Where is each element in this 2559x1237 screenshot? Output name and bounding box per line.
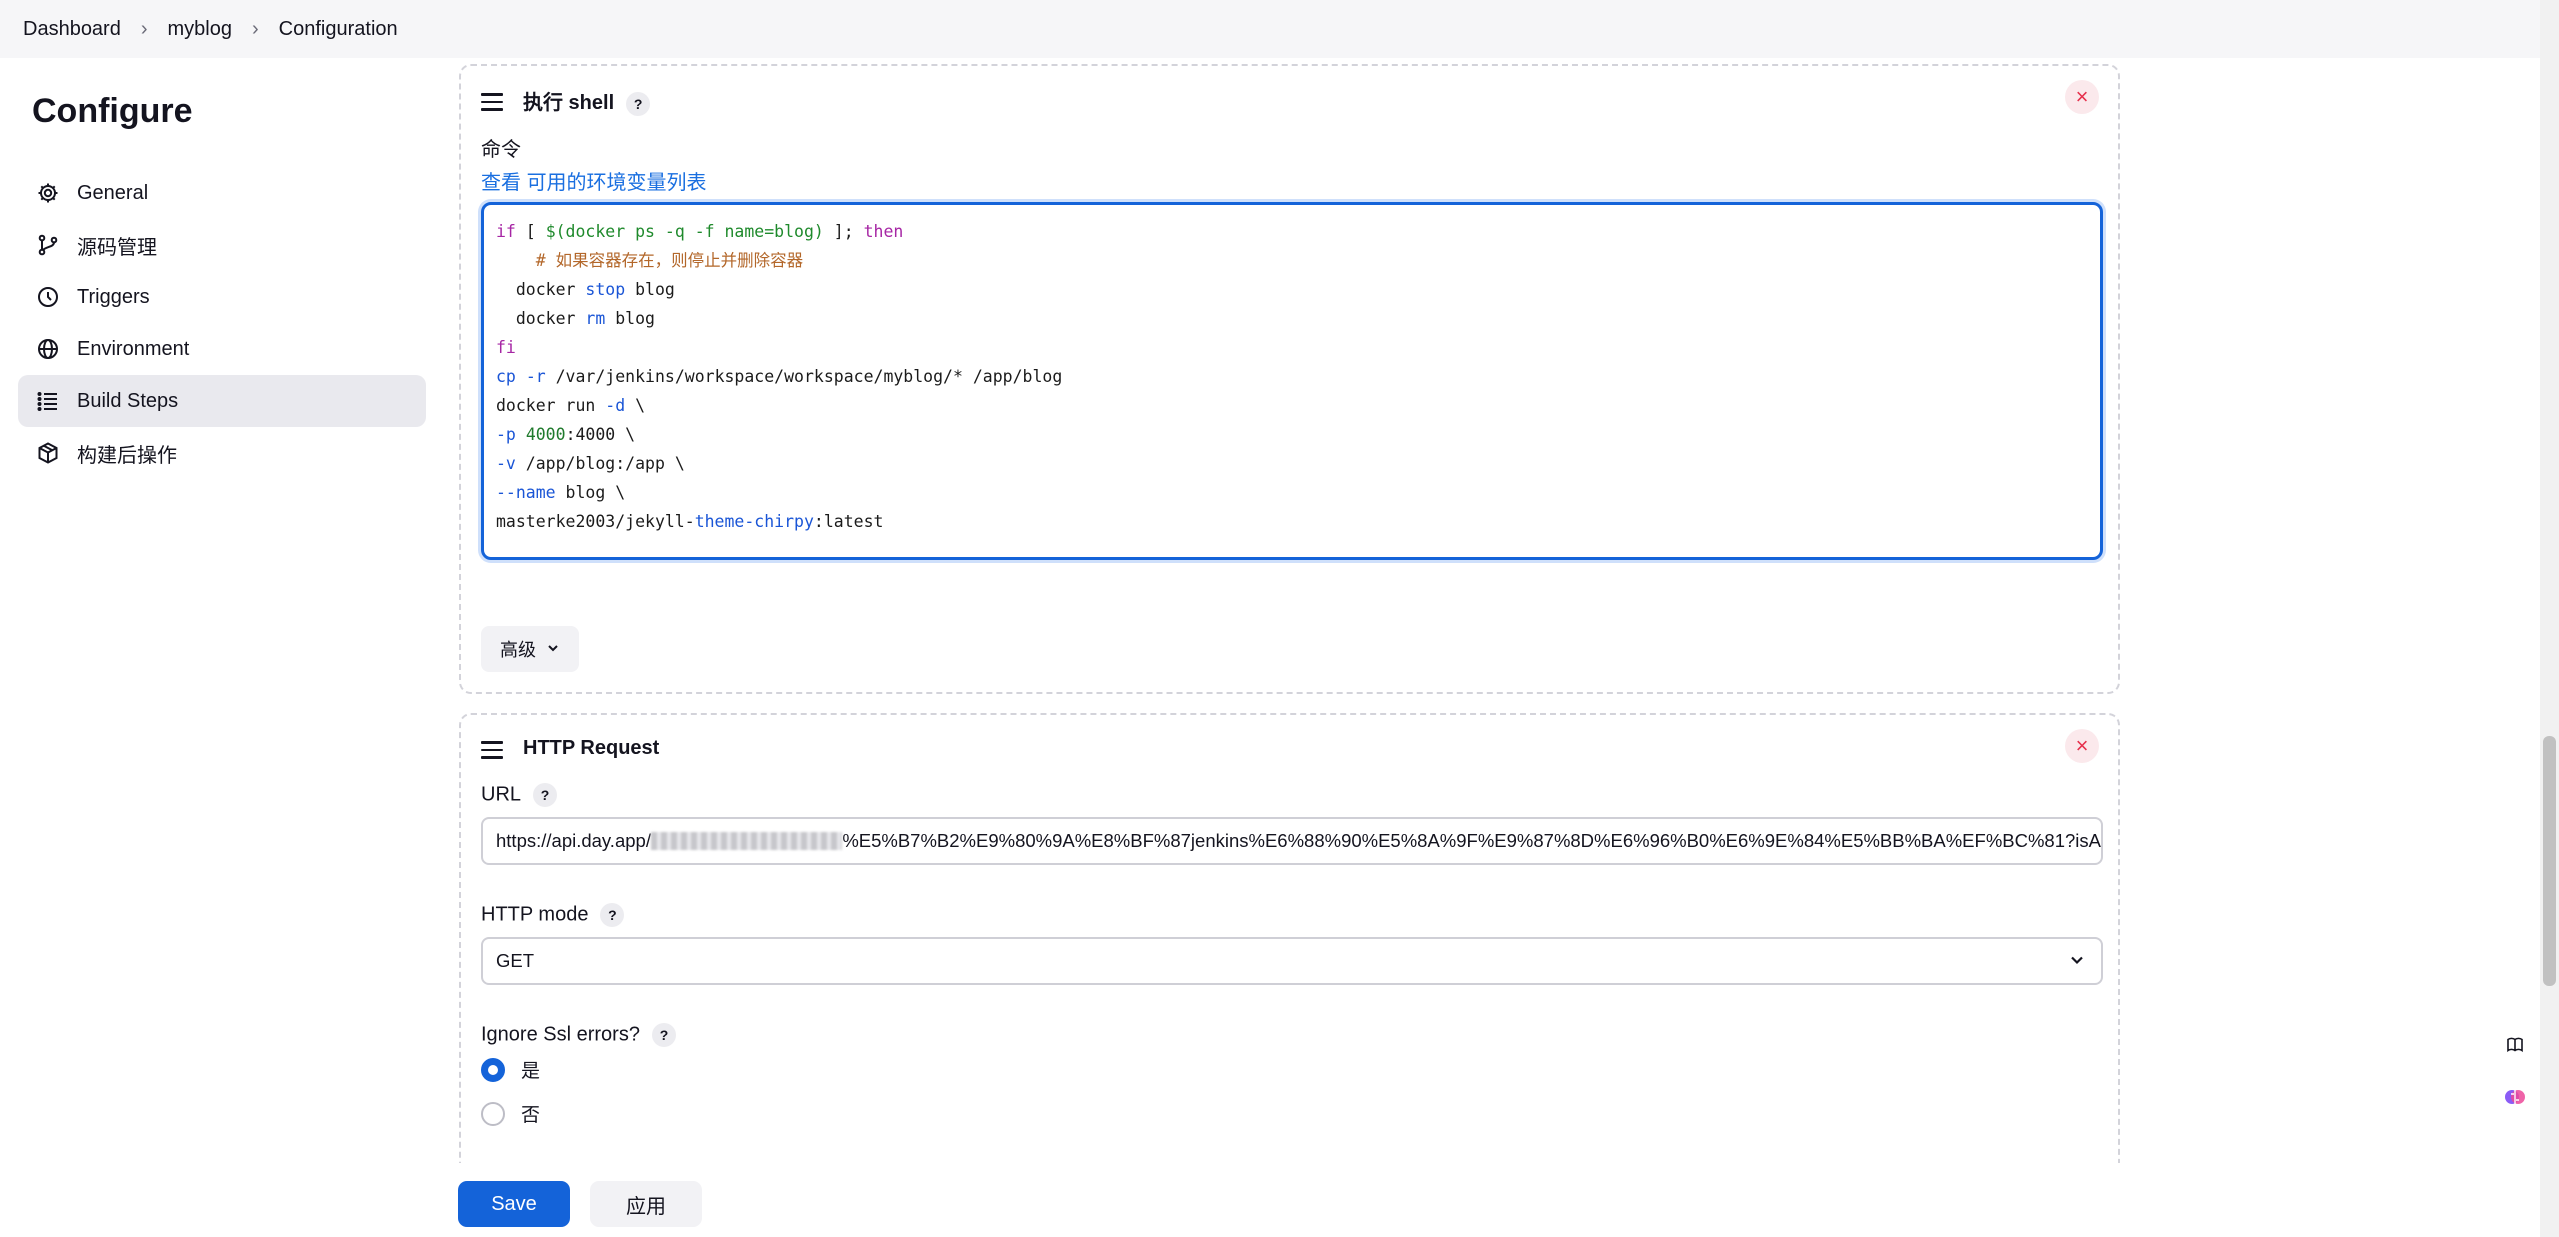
brain-icon[interactable] <box>2500 1082 2530 1112</box>
clock-icon <box>34 283 62 311</box>
sidebar-item-label: Environment <box>77 337 190 360</box>
code-line: --name blog \ <box>496 483 626 502</box>
env-vars-link[interactable]: 查看 可用的环境变量列表 <box>481 166 707 195</box>
code-line: docker rm blog <box>496 309 655 328</box>
breadcrumb-configuration[interactable]: Configuration <box>279 18 398 41</box>
drag-handle-icon[interactable] <box>481 93 503 116</box>
code-line: fi <box>496 338 516 357</box>
ignore-ssl-label: Ignore Ssl errors?? <box>481 1023 676 1047</box>
code-line: docker stop blog <box>496 280 675 299</box>
command-label: 命令 <box>481 139 521 161</box>
url-label: URL? <box>481 783 558 807</box>
sidebar-item-label: Build Steps <box>77 389 179 412</box>
code-line: -v /app/blog:/app \ <box>496 454 685 473</box>
branch-icon <box>34 231 62 259</box>
close-icon[interactable]: × <box>2065 80 2099 114</box>
breadcrumb: Dashboard › myblog › Configuration <box>0 0 2540 58</box>
package-icon <box>34 439 62 467</box>
help-icon[interactable]: ? <box>600 903 625 927</box>
http-mode-select[interactable]: GET <box>481 937 2103 985</box>
sidebar-item-label: Triggers <box>77 285 150 308</box>
step-title: 执行 shell? <box>523 86 651 116</box>
help-icon[interactable]: ? <box>651 1023 676 1047</box>
sidebar-item-post-build[interactable]: 构建后操作 <box>18 427 426 479</box>
chevron-right-icon: › <box>252 17 259 40</box>
code-line: cp -r /var/jenkins/workspace/workspace/m… <box>496 367 1063 386</box>
sidebar-item-general[interactable]: General <box>18 167 426 219</box>
advanced-button[interactable]: 高级 <box>481 626 579 672</box>
url-input[interactable]: https://api.day.app/%E5%B7%B2%E9%80%9A%E… <box>481 817 2103 865</box>
build-step-http-request: HTTP Request × URL? https://api.day.app/… <box>459 713 2120 1193</box>
chevron-down-icon <box>546 639 560 660</box>
step-title: HTTP Request <box>523 737 660 759</box>
sidebar-item-triggers[interactable]: Triggers <box>18 271 426 323</box>
sidebar-item-build-steps[interactable]: Build Steps <box>18 375 426 427</box>
list-icon <box>34 387 62 415</box>
chevron-right-icon: › <box>140 17 148 40</box>
build-step-execute-shell: 执行 shell? × 命令 查看 可用的环境变量列表 if [ $(docke… <box>459 64 2120 694</box>
save-button[interactable]: Save <box>458 1181 570 1227</box>
breadcrumb-myblog[interactable]: myblog <box>168 18 232 41</box>
code-line: if [ $(docker ps -q -f name=blog) ]; the… <box>496 222 904 241</box>
globe-icon <box>34 335 62 363</box>
http-mode-label: HTTP mode? <box>481 903 625 927</box>
radio-button-selected[interactable] <box>481 1057 505 1082</box>
code-line: masterke2003/jekyll-theme-chirpy:latest <box>496 512 884 531</box>
chevron-down-icon <box>2067 950 2087 975</box>
code-line: docker run -d \ <box>496 396 646 415</box>
scrollbar-thumb[interactable] <box>2543 736 2556 986</box>
code-line: # 如果容器存在，则停止并删除容器 <box>515 251 804 270</box>
help-icon[interactable]: ? <box>626 91 651 116</box>
scrollbar-track[interactable] <box>2540 0 2559 1237</box>
gear-icon <box>34 179 62 207</box>
code-line: -p 4000:4000 \ <box>496 425 636 444</box>
redacted-token <box>650 832 843 850</box>
command-textarea[interactable]: if [ $(docker ps -q -f name=blog) ]; the… <box>481 202 2103 560</box>
sidebar-item-label: 源码管理 <box>77 236 157 259</box>
book-icon[interactable] <box>2500 1030 2530 1060</box>
radio-option-no[interactable]: 否 <box>481 1100 540 1127</box>
apply-button[interactable]: 应用 <box>590 1181 702 1227</box>
help-icon[interactable]: ? <box>533 783 558 807</box>
page-title: Configure <box>32 92 193 130</box>
radio-option-yes[interactable]: 是 <box>481 1056 540 1083</box>
radio-button[interactable] <box>481 1101 505 1126</box>
sidebar-item-label: General <box>77 181 149 204</box>
sidebar-item-label: 构建后操作 <box>77 444 177 467</box>
close-icon[interactable]: × <box>2065 729 2099 763</box>
breadcrumb-dashboard[interactable]: Dashboard <box>23 18 121 41</box>
drag-handle-icon[interactable] <box>481 741 503 764</box>
sidebar-item-environment[interactable]: Environment <box>18 323 426 375</box>
sidebar-item-source-control[interactable]: 源码管理 <box>18 219 426 271</box>
